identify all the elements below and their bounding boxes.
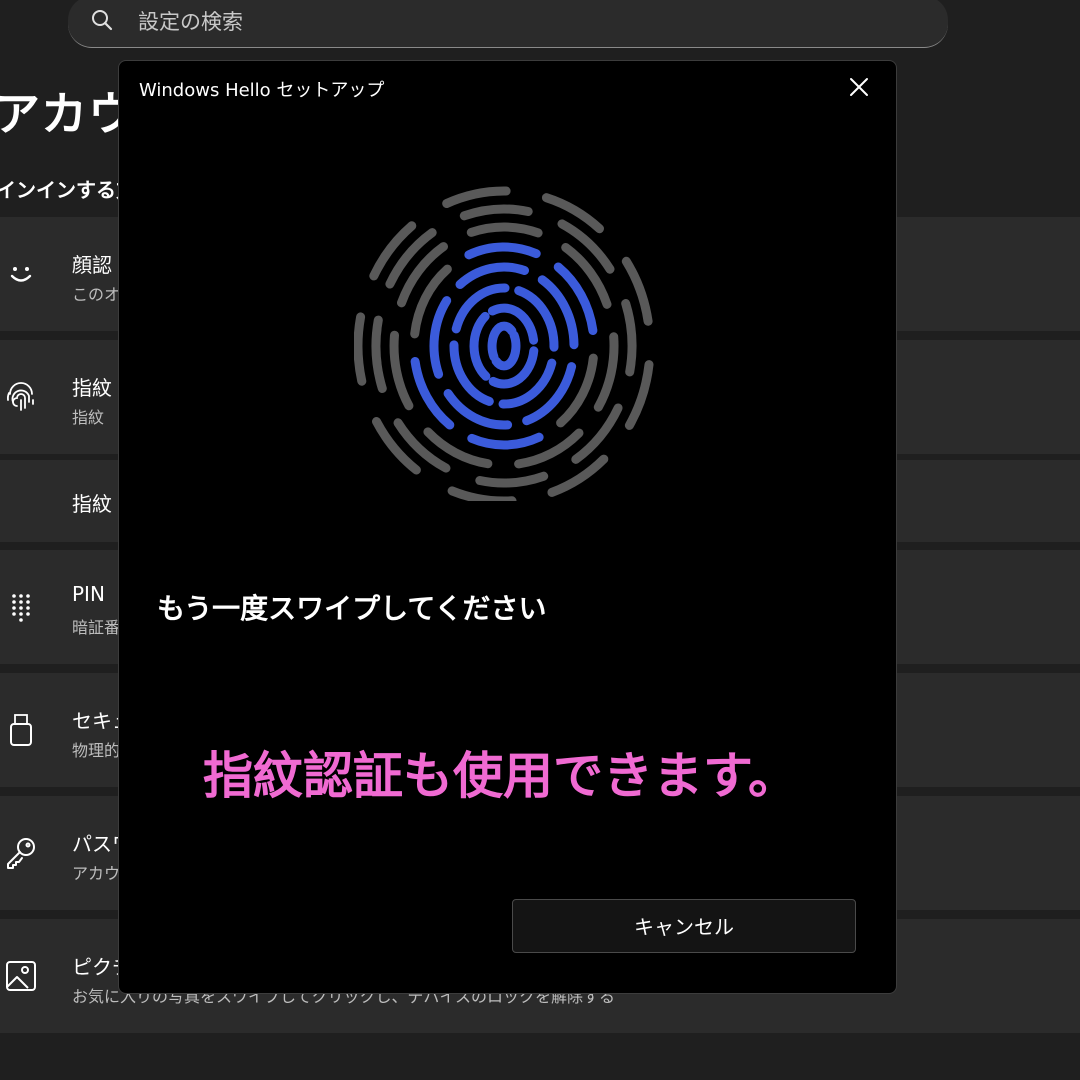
search-box[interactable]: 設定の検索 [68,0,948,48]
item-subtitle: 物理的 [72,741,121,760]
fingerprint-ridge [464,242,541,260]
fingerprint-ridge [593,332,619,412]
fingerprint-ridge [389,330,414,411]
item-subtitle: アカウ [72,864,121,883]
smile-icon [10,267,32,282]
fingerprint-ridge [547,454,609,497]
usb-key-icon [10,714,32,746]
overlay-caption: 指紋認証も使用できます。 [203,747,798,805]
fingerprint-ridge [442,186,511,208]
fingerprint-ridge [541,193,604,234]
item-title: 指紋 [72,492,112,516]
fingerprint-illustration [354,186,654,501]
fingerprint-ridge [475,471,549,488]
fingerprint-ridge [354,312,367,386]
picture-icon [6,961,36,991]
instruction-text: もう一度スワイプしてください [157,592,547,625]
cancel-button[interactable]: キャンセル [512,899,856,953]
item-title: 顔認 [72,253,112,277]
fingerprint-ridge [487,321,517,362]
fingerprint-ridge [429,296,452,379]
fingerprint-ridge [371,315,387,393]
fingerprint-ridge [466,222,543,238]
search-placeholder: 設定の検索 [138,10,243,34]
fingerprint-ridge [467,432,544,450]
key-icon [7,838,35,869]
item-title: 指紋 [72,376,112,400]
dialog-title: Windows Hello セットアップ [139,80,385,101]
fingerprint-icon [6,382,34,411]
fingerprint-ridge [459,204,533,221]
item-title: PIN [72,582,105,606]
item-subtitle: 指紋 [72,408,105,427]
item-subtitle: 暗証番 [72,618,121,637]
item-subtitle: このオ [72,285,121,304]
keypad-icon [12,594,30,622]
fingerprint-ridge [455,262,529,289]
fingerprint-ridge [469,311,491,381]
fingerprint-ridge [491,330,521,371]
fingerprint-ridge [621,299,637,377]
section-title: インインする方 [0,178,136,202]
windows-hello-dialog: Windows Hello セットアップ もう一度スワイプしてください 指紋認証… [118,60,897,994]
close-icon[interactable] [841,71,877,103]
search-icon [92,10,113,31]
fingerprint-ridge [447,486,517,501]
